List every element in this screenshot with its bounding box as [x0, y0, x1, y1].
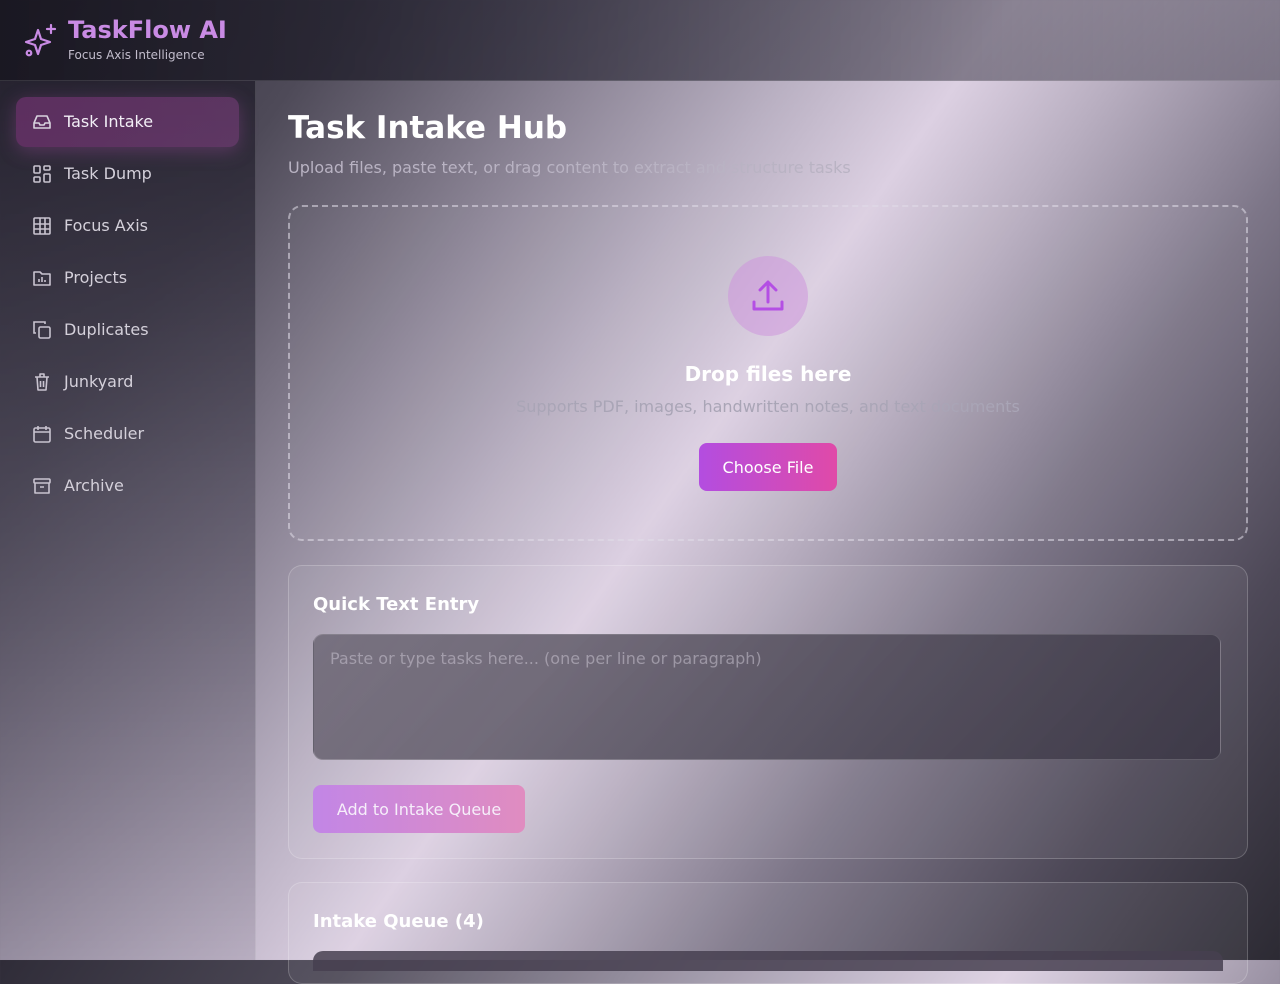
sidebar-item-junkyard[interactable]: Junkyard	[16, 357, 239, 407]
file-dropzone[interactable]: Drop files here Supports PDF, images, ha…	[288, 205, 1248, 541]
dropzone-subtitle: Supports PDF, images, handwritten notes,…	[516, 397, 1020, 416]
sidebar-item-task-dump[interactable]: Task Dump	[16, 149, 239, 199]
folder-chart-icon	[33, 271, 51, 286]
app-subtitle: Focus Axis Intelligence	[68, 48, 205, 62]
dropzone-title: Drop files here	[684, 362, 852, 386]
sidebar-item-label: Focus Axis	[64, 216, 148, 235]
inbox-icon	[33, 115, 51, 129]
sidebar-item-scheduler[interactable]: Scheduler	[16, 409, 239, 459]
sidebar-item-label: Duplicates	[64, 320, 149, 339]
sidebar-item-projects[interactable]: Projects	[16, 253, 239, 303]
sidebar-item-label: Projects	[64, 268, 128, 287]
page-title: Task Intake Hub	[288, 110, 568, 146]
quick-text-entry-title: Quick Text Entry	[313, 594, 480, 615]
sidebar-item-archive[interactable]: Archive	[16, 461, 239, 511]
archive-icon	[33, 478, 51, 494]
quick-text-placeholder: Paste or type tasks here... (one per lin…	[330, 649, 762, 668]
sidebar-item-label: Archive	[64, 476, 124, 495]
queue-list-item[interactable]	[313, 951, 1223, 971]
sparkles-icon	[24, 23, 57, 57]
sidebar-item-label: Scheduler	[64, 424, 145, 443]
sidebar-item-task-intake[interactable]: Task Intake	[16, 97, 239, 147]
sidebar-item-label: Task Dump	[64, 164, 152, 183]
intake-queue-card: Intake Queue (4)	[288, 882, 1248, 984]
add-to-intake-queue-button[interactable]: Add to Intake Queue	[313, 785, 525, 833]
upload-icon-badge	[728, 256, 808, 336]
sidebar: Task Intake Task Dump Focus Axis Project…	[0, 81, 256, 960]
copy-icon	[33, 321, 51, 339]
upload-icon	[752, 280, 784, 311]
intake-queue-title: Intake Queue (4)	[313, 911, 484, 932]
page-subtitle: Upload files, paste text, or drag conten…	[288, 158, 851, 177]
table-icon	[33, 217, 51, 235]
quick-text-input[interactable]: Paste or type tasks here... (one per lin…	[313, 634, 1221, 760]
calendar-icon	[33, 426, 51, 443]
app-title: TaskFlow AI	[68, 16, 227, 44]
sidebar-item-label: Task Intake	[64, 112, 154, 131]
choose-file-button[interactable]: Choose File	[699, 443, 837, 491]
sidebar-item-focus-axis[interactable]: Focus Axis	[16, 201, 239, 251]
app-header: TaskFlow AI Focus Axis Intelligence	[0, 0, 1280, 81]
sidebar-item-label: Junkyard	[64, 372, 134, 391]
grid-icon	[33, 165, 51, 183]
sidebar-item-duplicates[interactable]: Duplicates	[16, 305, 239, 355]
quick-text-entry-card: Quick Text Entry Paste or type tasks her…	[288, 565, 1248, 859]
trash-icon	[35, 373, 49, 391]
